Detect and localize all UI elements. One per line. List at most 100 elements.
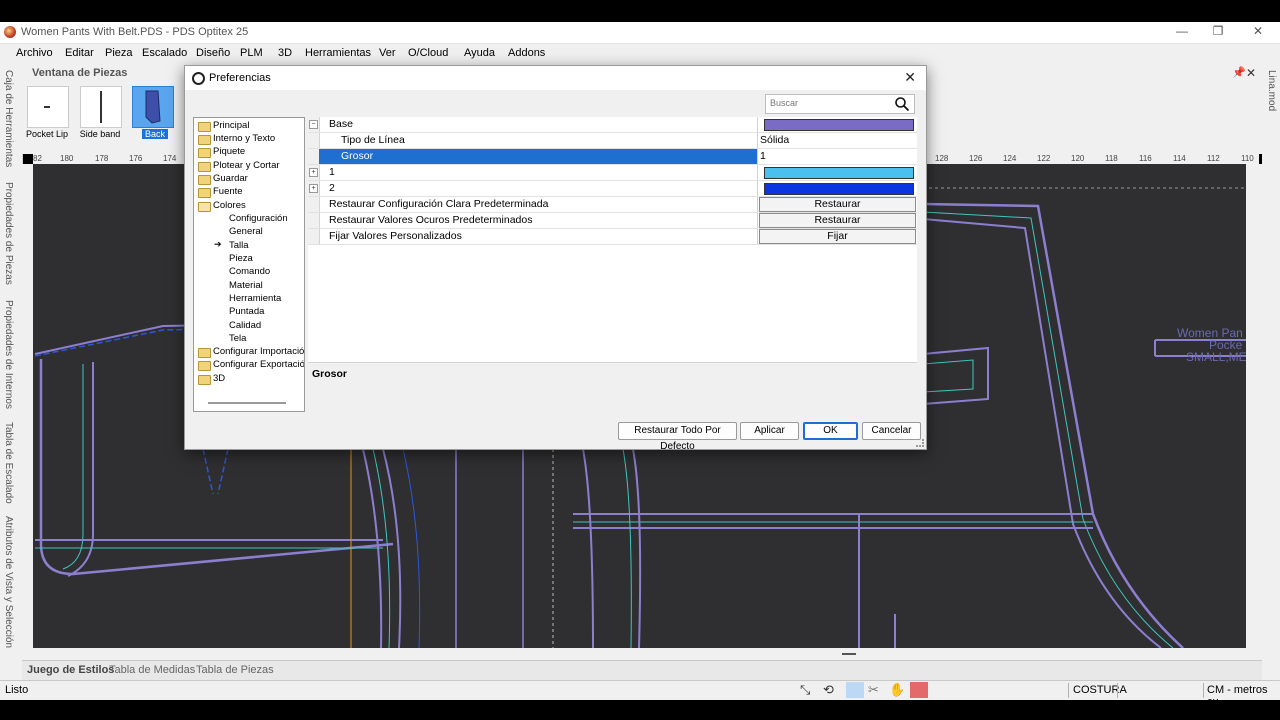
piece-shape (145, 90, 161, 124)
grid-row-base[interactable]: − Base (308, 117, 917, 133)
measure-tool-icon[interactable]: ⤡ (800, 682, 810, 698)
hand-tool-icon[interactable]: ✋ (889, 682, 905, 698)
grading-tool-icon[interactable] (910, 682, 928, 698)
tab-juego-estilos[interactable]: Juego de Estilos (27, 664, 114, 676)
grid-gutter (308, 133, 320, 148)
menu-diseno[interactable]: Diseño (196, 47, 230, 59)
restaurar-clara-button[interactable]: Restaurar (759, 197, 916, 212)
ruler-tick: 180 (60, 154, 74, 163)
grid-row-tipo-linea[interactable]: Tipo de Línea Sólida (308, 133, 917, 149)
tree-item-fuente[interactable]: Fuente (213, 186, 243, 197)
grid-row-restaurar-clara: Restaurar Configuración Clara Predetermi… (308, 197, 917, 213)
rotate-tool-icon[interactable]: ⟲ (823, 682, 834, 698)
dock-tab-tabla-escalado[interactable]: Tabla de Escalado (3, 422, 14, 504)
tree-item-comando[interactable]: Comando (229, 266, 270, 277)
tree-item-guardar[interactable]: Guardar (213, 173, 248, 184)
menu-addons[interactable]: Addons (508, 47, 545, 59)
tree-item-plotear-cortar[interactable]: Plotear y Cortar (213, 160, 280, 171)
menu-3d[interactable]: 3D (278, 47, 292, 59)
dock-tab-propiedades-internos[interactable]: Propiedades de Internos (3, 300, 14, 409)
tree-item-configurar-exportacion[interactable]: Configurar Exportación (213, 359, 304, 370)
menu-archivo[interactable]: Archivo (16, 47, 53, 59)
color-swatch[interactable] (764, 119, 914, 131)
restore-icon[interactable]: ❐ (1208, 24, 1228, 38)
splitter-grip[interactable] (842, 653, 856, 655)
menu-editar[interactable]: Editar (65, 47, 94, 59)
collapse-icon[interactable]: − (309, 120, 318, 129)
dock-tab-lina-mod[interactable]: Lina.mod (1266, 70, 1277, 111)
grid-value-input[interactable]: 1 (760, 150, 766, 162)
ruler-tick: 116 (1139, 154, 1152, 163)
column-divider (757, 133, 758, 148)
dock-tab-propiedades-piezas[interactable]: Propiedades de Piezas (3, 182, 14, 285)
expand-icon[interactable]: + (309, 184, 318, 193)
tree-item-configuracion[interactable]: Configuración (229, 213, 288, 224)
tree-item-tela[interactable]: Tela (229, 333, 246, 344)
grid-row-2[interactable]: + 2 (308, 181, 917, 197)
canvas-vertical-scrollbar[interactable] (1246, 164, 1262, 648)
tree-item-pieza[interactable]: Pieza (229, 253, 253, 264)
restaurar-oscuros-button[interactable]: Restaurar (759, 213, 916, 228)
menu-plm[interactable]: PLM (240, 47, 263, 59)
ruler-tick: 124 (1003, 154, 1017, 163)
tree-item-colores[interactable]: Colores (213, 200, 246, 211)
grid-value[interactable]: Sólida (760, 134, 789, 146)
grid-row-grosor[interactable]: Grosor 1 (308, 149, 917, 165)
tree-item-material[interactable]: Material (229, 280, 263, 291)
folder-icon (198, 135, 211, 145)
dialog-close-icon[interactable]: ✕ (904, 69, 916, 86)
menu-escalado[interactable]: Escalado (142, 47, 187, 59)
menu-herramientas[interactable]: Herramientas (305, 47, 371, 59)
ruler-tick: 82 (33, 154, 42, 163)
tree-item-talla[interactable]: Talla (229, 240, 249, 251)
dock-tab-atributos-vista[interactable]: Atributos de Vista y Selección (3, 516, 14, 648)
piece-thumb-back[interactable] (132, 86, 174, 128)
menu-ocloud[interactable]: O/Cloud (408, 47, 448, 59)
tree-item-general[interactable]: General (229, 226, 263, 237)
column-divider (757, 213, 758, 228)
tree-item-3d[interactable]: 3D (213, 373, 225, 384)
resize-grip-icon[interactable] (916, 439, 924, 447)
tree-item-piquete[interactable]: Piquete (213, 146, 245, 157)
ruler-tick: 126 (969, 154, 983, 163)
tree-item-herramienta[interactable]: Herramienta (229, 293, 281, 304)
cut-tool-icon[interactable]: ✂ (868, 682, 879, 698)
tree-item-configurar-importacion[interactable]: Configurar Importación (213, 346, 304, 357)
apply-button[interactable]: Aplicar (740, 422, 799, 440)
panel-close-icon[interactable]: ✕ (1246, 66, 1256, 80)
grid-row-fijar-valores: Fijar Valores Personalizados Fijar (308, 229, 917, 245)
grid-row-1[interactable]: + 1 (308, 165, 917, 181)
tree-item-interno-texto[interactable]: Interno y Texto (213, 133, 275, 144)
folder-icon (198, 375, 211, 385)
dock-tab-caja-herramientas[interactable]: Caja de Herramientas (3, 70, 14, 167)
status-text: Listo (5, 684, 29, 696)
piece-thumb-pocket-lip[interactable] (27, 86, 69, 128)
color-swatch[interactable] (764, 167, 914, 179)
piece-thumb-side-band[interactable] (80, 86, 122, 128)
color-swatch[interactable] (764, 183, 914, 195)
ok-button[interactable]: OK (803, 422, 858, 440)
cursor-arrow-icon: ➔ (214, 239, 222, 249)
app-icon (4, 26, 16, 38)
tree-horizontal-scrollbar[interactable] (208, 402, 286, 404)
tab-tabla-medidas[interactable]: Tabla de Medidas (109, 664, 195, 676)
close-icon[interactable]: ✕ (1248, 24, 1268, 38)
tab-tabla-piezas[interactable]: Tabla de Piezas (196, 664, 274, 676)
restore-all-defaults-button[interactable]: Restaurar Todo Por Defecto (618, 422, 737, 452)
grid-gutter: + (308, 165, 320, 180)
pin-icon[interactable]: 📌 (1232, 66, 1246, 79)
minimize-icon[interactable]: — (1172, 24, 1192, 38)
tree-item-principal[interactable]: Principal (213, 120, 249, 131)
tree-item-puntada[interactable]: Puntada (229, 306, 264, 317)
search-icon[interactable] (894, 96, 910, 112)
menu-ver[interactable]: Ver (379, 47, 396, 59)
menu-ayuda[interactable]: Ayuda (464, 47, 495, 59)
expand-icon[interactable]: + (309, 168, 318, 177)
canvas-splitter[interactable] (22, 648, 1262, 660)
menu-pieza[interactable]: Pieza (105, 47, 133, 59)
cancel-button[interactable]: Cancelar (862, 422, 921, 440)
fijar-button[interactable]: Fijar (759, 229, 916, 244)
search-input[interactable]: Buscar (765, 94, 915, 114)
tree-item-calidad[interactable]: Calidad (229, 320, 261, 331)
select-points-icon[interactable] (846, 682, 864, 698)
